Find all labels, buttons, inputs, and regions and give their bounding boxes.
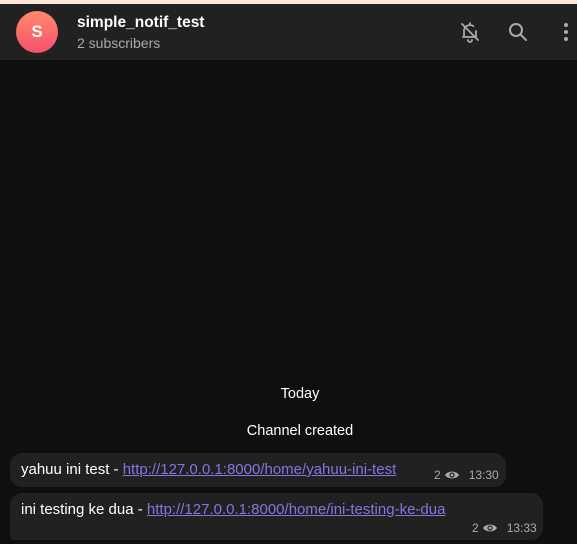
message-body: yahuu ini test - [21,461,123,478]
eye-icon [444,469,460,481]
subscriber-count: 2 subscribers [77,35,161,51]
mute-toggle-button[interactable] [456,18,484,46]
message-time: 13:30 [468,468,499,482]
eye-icon [482,522,498,534]
channel-avatar[interactable]: S [16,11,58,53]
message-link[interactable]: http://127.0.0.1:8000/home/ini-testing-k… [147,501,446,518]
date-separator: Today [280,386,320,402]
message-body: ini testing ke dua - [21,501,147,518]
message-text: yahuu ini test - http://127.0.0.1:8000/h… [21,461,396,478]
more-menu-button[interactable] [552,18,577,46]
message-bubble[interactable]: yahuu ini test - http://127.0.0.1:8000/h… [10,453,506,487]
message-time: 13:33 [506,521,537,535]
view-count: 2 [472,521,479,535]
message-text: ini testing ke dua - http://127.0.0.1:80… [21,501,445,518]
chat-header[interactable]: S simple_notif_test 2 subscribers [0,4,577,60]
channel-title[interactable]: simple_notif_test [77,14,204,32]
message-bubble[interactable]: ini testing ke dua - http://127.0.0.1:80… [10,493,543,540]
message-link[interactable]: http://127.0.0.1:8000/home/yahuu-ini-tes… [123,461,397,478]
bell-off-icon [461,22,479,43]
more-vertical-icon [564,23,568,41]
search-button[interactable] [504,18,532,46]
message-meta: 2 13:30 [434,468,499,482]
service-message: Channel created [246,423,354,439]
search-icon [509,23,527,41]
view-count: 2 [434,468,441,482]
message-meta: 2 13:33 [472,521,537,535]
telegram-channel-page: S simple_notif_test 2 subscribers Today … [0,0,577,544]
